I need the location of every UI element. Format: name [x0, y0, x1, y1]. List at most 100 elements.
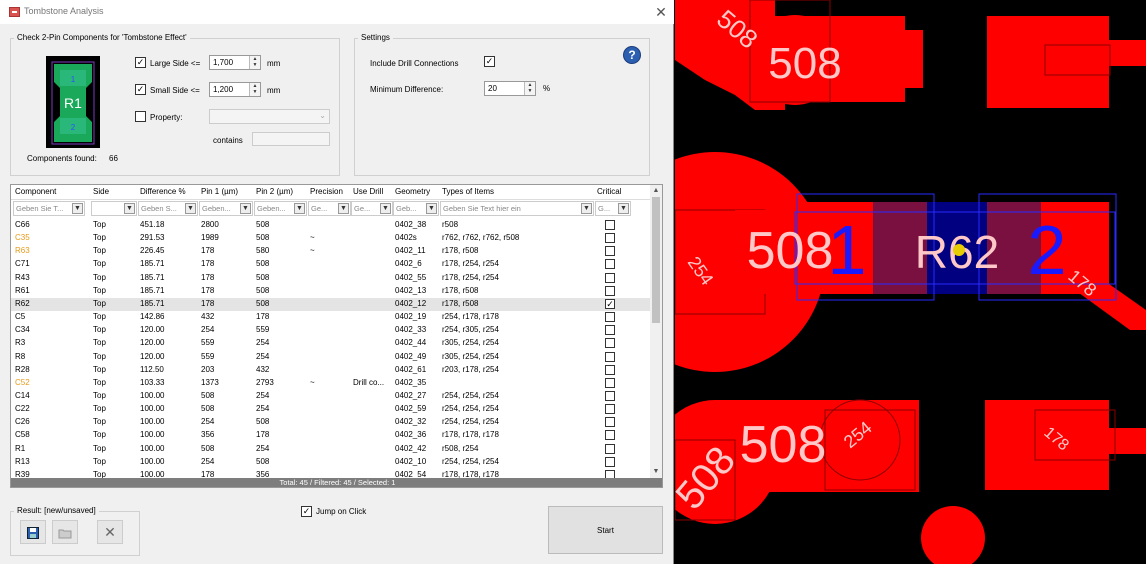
filter-icon[interactable]: ▼	[380, 203, 391, 214]
column-filter-input[interactable]: Geben S... ▼	[138, 201, 198, 216]
critical-checkbox[interactable]	[605, 404, 615, 415]
column-filter-input[interactable]: Ge... ▼	[351, 201, 393, 216]
scroll-up-icon[interactable]: ▲	[650, 185, 662, 197]
critical-checkbox[interactable]	[605, 338, 615, 349]
filter-icon[interactable]: ▼	[72, 203, 83, 214]
table-row[interactable]: R62 Top 185.71 178 508 0402_12 r178, r508 ✓	[11, 297, 651, 311]
pcb-view[interactable]: 508 508 254 1 2 508 R62 178	[675, 0, 1146, 564]
close-button[interactable]: ✕	[652, 3, 670, 21]
table-cell: r254, r305, r254	[442, 325, 499, 335]
table-row[interactable]: R43 Top 185.71 178 508 0402_55 r178, r254, r25…	[11, 272, 651, 285]
critical-checkbox[interactable]	[605, 325, 615, 336]
column-filter-input[interactable]: ▼	[91, 201, 137, 216]
filter-icon[interactable]: ▼	[426, 203, 437, 214]
min-diff-spinner[interactable]: 20 ▲ ▼	[484, 81, 536, 96]
column-header[interactable]: Pin 1 (µm)	[201, 187, 238, 196]
table-row[interactable]: C66 Top 451.18 2800 508 0402_38 r508	[11, 219, 651, 232]
column-header[interactable]: Pin 2 (µm)	[256, 187, 293, 196]
column-filter-input[interactable]: Geben... ▼	[199, 201, 253, 216]
column-header[interactable]: Component	[15, 187, 56, 196]
critical-checkbox[interactable]	[605, 312, 615, 323]
column-header[interactable]: Difference %	[140, 187, 186, 196]
critical-checkbox[interactable]: ✓	[605, 298, 615, 309]
filter-icon[interactable]: ▼	[338, 203, 349, 214]
open-button[interactable]	[52, 520, 78, 544]
grid-vertical-scrollbar[interactable]: ▲ ▼	[650, 185, 662, 478]
critical-checkbox[interactable]	[605, 377, 615, 388]
table-cell: 203	[201, 364, 215, 374]
critical-checkbox[interactable]	[605, 417, 615, 428]
help-icon[interactable]: ?	[623, 46, 641, 64]
critical-checkbox[interactable]	[605, 390, 615, 401]
filter-icon[interactable]: ▼	[294, 203, 305, 214]
table-row[interactable]: R63 Top 226.45 178 580 ~0402_11 r178, r508	[11, 245, 651, 258]
critical-checkbox[interactable]	[605, 220, 615, 230]
scroll-down-icon[interactable]: ▼	[650, 466, 662, 478]
start-button[interactable]: Start	[548, 506, 663, 554]
filter-icon[interactable]: ▼	[581, 203, 592, 214]
table-row[interactable]: R1 Top 100.00 508 254 0402_42 r508, r254	[11, 443, 651, 456]
column-header[interactable]: Types of Items	[442, 187, 494, 196]
small-side-spinner[interactable]: 1,200 ▲ ▼	[209, 82, 261, 97]
column-header[interactable]: Precision	[310, 187, 343, 196]
column-header[interactable]: Geometry	[395, 187, 430, 196]
table-row[interactable]: R61 Top 185.71 178 508 0402_13 r178, r508	[11, 285, 651, 298]
scroll-thumb[interactable]	[652, 197, 660, 323]
title-bar[interactable]: Tombstone Analysis ✕	[0, 0, 674, 24]
table-row[interactable]: R13 Top 100.00 254 508 0402_10 r254, r254, r25…	[11, 456, 651, 469]
critical-checkbox[interactable]	[605, 351, 615, 362]
filter-icon[interactable]: ▼	[240, 203, 251, 214]
column-header[interactable]: Critical	[597, 187, 621, 196]
critical-checkbox[interactable]	[605, 456, 615, 467]
table-row[interactable]: C26 Top 100.00 254 508 0402_32 r254, r254, r25…	[11, 416, 651, 429]
table-row[interactable]: C14 Top 100.00 508 254 0402_27 r254, r254, r25…	[11, 390, 651, 403]
column-header[interactable]: Use Drill	[353, 187, 383, 196]
table-row[interactable]: C71 Top 185.71 178 508 0402_6 r178, r254, r254	[11, 258, 651, 271]
critical-checkbox[interactable]	[605, 364, 615, 375]
spin-down-icon[interactable]: ▼	[250, 62, 260, 68]
small-side-checkbox[interactable]: ✓	[135, 84, 146, 95]
table-row[interactable]: R8 Top 120.00 559 254 0402_49 r305, r254, r254	[11, 351, 651, 364]
jump-on-click-checkbox[interactable]: ✓	[301, 506, 312, 517]
spin-down-icon[interactable]: ▼	[525, 88, 535, 94]
table-row[interactable]: R28 Top 112.50 203 432 0402_61 r203, r178, r25…	[11, 364, 651, 377]
table-row[interactable]: C52 Top 103.33 1373 2793 ~ Drill co... 0402_35	[11, 377, 651, 390]
large-side-spinner[interactable]: 1,700 ▲ ▼	[209, 55, 261, 70]
critical-checkbox[interactable]	[605, 285, 615, 296]
column-filter-input[interactable]: Ge... ▼	[308, 201, 351, 216]
column-filter-input[interactable]: Geben Sie T... ▼	[13, 201, 85, 216]
include-drill-checkbox[interactable]: ✓	[484, 56, 495, 67]
filter-icon[interactable]: ▼	[124, 203, 135, 214]
property-checkbox[interactable]	[135, 111, 146, 122]
table-row[interactable]: C5 Top 142.86 432 178 0402_19 r254, r178, r178	[11, 311, 651, 324]
critical-checkbox[interactable]	[605, 259, 615, 270]
column-filter-input[interactable]: Geben Sie Text hier ein ▼	[440, 201, 594, 216]
critical-checkbox[interactable]	[605, 443, 615, 454]
critical-checkbox[interactable]	[605, 233, 615, 244]
table-cell: 100.00	[140, 443, 165, 453]
delete-button[interactable]: ✕	[97, 520, 123, 544]
table-row[interactable]: R3 Top 120.00 559 254 0402_44 r305, r254, r254	[11, 337, 651, 350]
filter-icon[interactable]: ▼	[185, 203, 196, 214]
table-cell: r178, r508	[442, 246, 479, 256]
column-filter-input[interactable]: G... ▼	[595, 201, 631, 216]
table-row[interactable]: C58 Top 100.00 356 178 0402_36 r178, r178, r17…	[11, 429, 651, 442]
table-cell: r178, r508	[442, 298, 479, 308]
column-header[interactable]: Side	[93, 187, 109, 196]
filter-icon[interactable]: ▼	[618, 203, 629, 214]
property-select[interactable]: ⌄	[209, 109, 330, 124]
critical-checkbox[interactable]	[605, 430, 615, 441]
column-filter-input[interactable]: Geb... ▼	[393, 201, 439, 216]
save-button[interactable]	[20, 520, 46, 544]
table-row[interactable]: C35 Top 291.53 1989 508 ~0402s r762, r762, r76…	[11, 232, 651, 245]
large-side-checkbox[interactable]: ✓	[135, 57, 146, 68]
table-row[interactable]: C34 Top 120.00 254 559 0402_33 r254, r305, r25…	[11, 324, 651, 337]
critical-checkbox[interactable]	[605, 246, 615, 257]
table-cell: Top	[93, 285, 106, 295]
contains-input[interactable]	[252, 132, 330, 146]
table-row[interactable]: C22 Top 100.00 508 254 0402_59 r254, r254, r25…	[11, 403, 651, 416]
components-grid[interactable]: Component Side Difference % Pin 1 (µm) Pin 2…	[10, 184, 663, 488]
critical-checkbox[interactable]	[605, 272, 615, 283]
column-filter-input[interactable]: Geben... ▼	[254, 201, 307, 216]
spin-down-icon[interactable]: ▼	[250, 89, 260, 95]
